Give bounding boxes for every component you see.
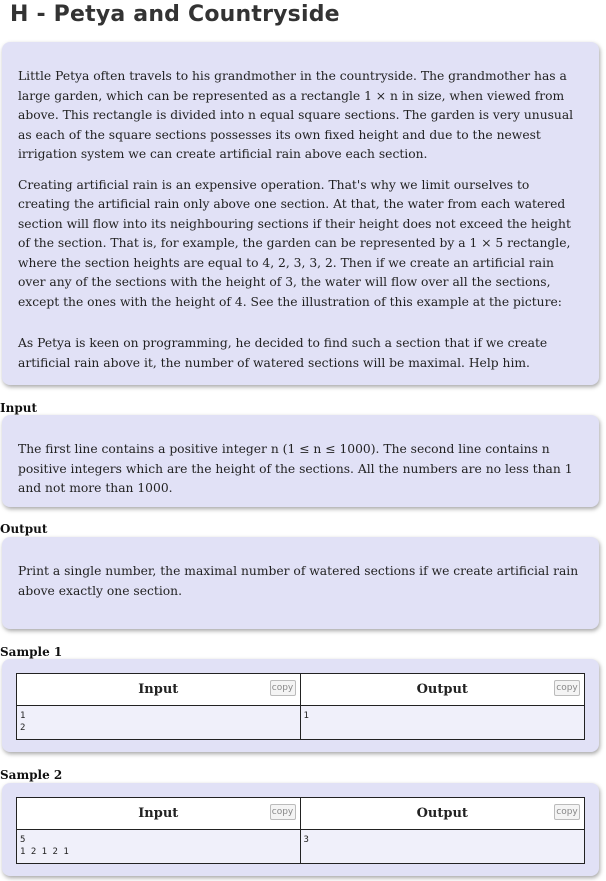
statement-paragraph-1: Little Petya often travels to his grandm… bbox=[18, 69, 574, 161]
sample-2-input-header: Input copy bbox=[17, 798, 301, 829]
statement-paragraph-2: Creating artificial rain is an expensive… bbox=[18, 177, 571, 309]
sample-1-input-header-label: Input bbox=[138, 682, 179, 697]
sample-2-output-copy-button[interactable]: copy bbox=[554, 804, 580, 820]
sample-1-output-copy-button[interactable]: copy bbox=[554, 680, 580, 696]
input-section-label: Input bbox=[0, 401, 37, 415]
output-section-label: Output bbox=[0, 522, 48, 536]
sample-2-output-header-label: Output bbox=[416, 806, 468, 821]
sample-2-input-copy-button[interactable]: copy bbox=[269, 804, 296, 820]
sample-1-table: Input copy Output copy 1 2 1 bbox=[16, 673, 585, 740]
sample-2-label: Sample 2 bbox=[0, 768, 63, 782]
sample-2-input-data: 5 1 2 1 2 1 bbox=[17, 830, 301, 863]
statement-paragraph-3: As Petya is keen on programming, he deci… bbox=[18, 336, 548, 370]
sample-1-output-header-label: Output bbox=[416, 682, 468, 697]
input-card: The first line contains a positive integ… bbox=[2, 415, 599, 507]
sample-2-output-header: Output copy bbox=[301, 798, 585, 829]
sample-2-output-data: 3 bbox=[300, 830, 584, 863]
sample-1-output-header: Output copy bbox=[301, 674, 585, 705]
output-card: Print a single number, the maximal numbe… bbox=[2, 537, 599, 629]
sample-1-output-data: 1 bbox=[300, 706, 584, 739]
sample-1-input-copy-button[interactable]: copy bbox=[269, 680, 296, 696]
sample-1-label: Sample 1 bbox=[0, 645, 63, 659]
sample-1-input-data: 1 2 bbox=[17, 706, 301, 739]
sample-2-table: Input copy Output copy 5 1 2 1 2 1 3 bbox=[16, 797, 585, 864]
problem-title: H - Petya and Countryside bbox=[10, 2, 340, 27]
sample-2-input-header-label: Input bbox=[138, 806, 179, 821]
statement-card: Little Petya often travels to his grandm… bbox=[2, 42, 599, 385]
input-description: The first line contains a positive integ… bbox=[18, 442, 573, 495]
output-description: Print a single number, the maximal numbe… bbox=[18, 564, 579, 598]
sample-1-input-header: Input copy bbox=[17, 674, 301, 705]
